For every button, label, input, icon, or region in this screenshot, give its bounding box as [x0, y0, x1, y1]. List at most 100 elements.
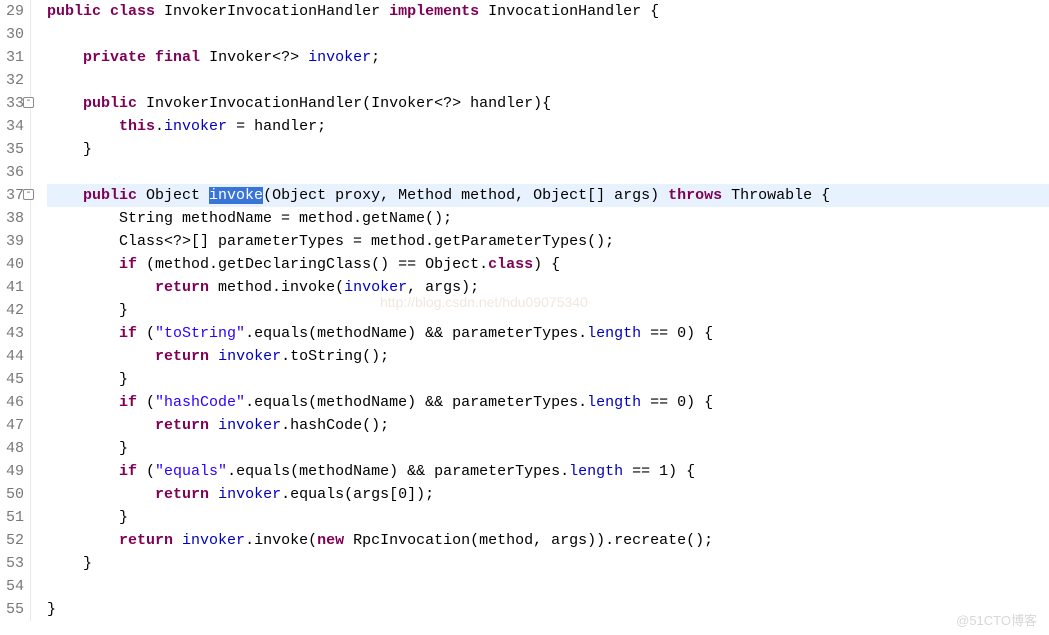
code-token — [209, 417, 218, 434]
code-token — [47, 348, 155, 365]
code-token: throws — [668, 187, 722, 204]
code-token — [47, 95, 83, 112]
code-line[interactable]: if ("toString".equals(methodName) && par… — [47, 322, 1049, 345]
code-line[interactable]: Class<?>[] parameterTypes = method.getPa… — [47, 230, 1049, 253]
code-line[interactable]: if ("equals".equals(methodName) && param… — [47, 460, 1049, 483]
code-line[interactable] — [47, 575, 1049, 598]
code-line[interactable]: } — [47, 437, 1049, 460]
code-line[interactable] — [47, 69, 1049, 92]
code-token: .toString(); — [281, 348, 389, 365]
line-number: 48 — [2, 437, 24, 460]
fold-toggle-icon[interactable]: - — [23, 189, 34, 200]
code-token — [47, 118, 119, 135]
line-number: 36 — [2, 161, 24, 184]
code-line[interactable]: public class InvokerInvocationHandler im… — [47, 0, 1049, 23]
code-line[interactable]: } — [47, 552, 1049, 575]
code-token: return — [155, 348, 209, 365]
code-line[interactable]: } — [47, 299, 1049, 322]
code-token: ( — [137, 394, 155, 411]
code-token: } — [47, 555, 92, 572]
code-token: "equals" — [155, 463, 227, 480]
code-token — [47, 49, 83, 66]
line-number: 44 — [2, 345, 24, 368]
code-token — [47, 532, 119, 549]
code-token — [47, 256, 119, 273]
code-token: public — [83, 187, 137, 204]
line-number: 43 — [2, 322, 24, 345]
code-line[interactable]: } — [47, 506, 1049, 529]
code-line[interactable]: if ("hashCode".equals(methodName) && par… — [47, 391, 1049, 414]
line-number: 38 — [2, 207, 24, 230]
line-number: 53 — [2, 552, 24, 575]
code-token — [209, 348, 218, 365]
code-line[interactable]: public InvokerInvocationHandler(Invoker<… — [47, 92, 1049, 115]
code-line[interactable]: if (method.getDeclaringClass() == Object… — [47, 253, 1049, 276]
line-number: 41 — [2, 276, 24, 299]
code-token: invoker — [344, 279, 407, 296]
code-token: ( — [137, 325, 155, 342]
code-line[interactable]: return invoker.hashCode(); — [47, 414, 1049, 437]
code-token: == 0) { — [641, 325, 713, 342]
code-token: Throwable { — [722, 187, 830, 204]
code-token — [101, 3, 110, 20]
code-token: final — [155, 49, 200, 66]
line-number: 54 — [2, 575, 24, 598]
code-token: implements — [389, 3, 479, 20]
line-number: 51 — [2, 506, 24, 529]
code-line[interactable]: return invoker.equals(args[0]); — [47, 483, 1049, 506]
line-number: 42 — [2, 299, 24, 322]
code-token: private — [83, 49, 146, 66]
code-token: if — [119, 256, 137, 273]
code-line[interactable]: this.invoker = handler; — [47, 115, 1049, 138]
code-token: = handler; — [227, 118, 326, 135]
code-token: ; — [371, 49, 380, 66]
code-token: new — [317, 532, 344, 549]
code-token: invoker — [218, 417, 281, 434]
code-token: if — [119, 325, 137, 342]
code-line[interactable]: } — [47, 138, 1049, 161]
code-token — [209, 486, 218, 503]
code-line[interactable]: } — [47, 598, 1049, 621]
code-token: if — [119, 394, 137, 411]
code-token: } — [47, 141, 92, 158]
code-token: length — [569, 463, 623, 480]
code-token: length — [587, 394, 641, 411]
code-line[interactable]: return invoker.invoke(new RpcInvocation(… — [47, 529, 1049, 552]
line-number: 40 — [2, 253, 24, 276]
code-area[interactable]: public class InvokerInvocationHandler im… — [31, 0, 1049, 621]
code-token: .equals(methodName) && parameterTypes. — [245, 325, 587, 342]
code-token — [47, 486, 155, 503]
code-token: return — [155, 486, 209, 503]
code-line[interactable]: } — [47, 368, 1049, 391]
line-number: 49 — [2, 460, 24, 483]
code-token: .equals(methodName) && parameterTypes. — [227, 463, 569, 480]
code-token: invoker — [308, 49, 371, 66]
line-number: 55 — [2, 598, 24, 621]
code-token: Object — [137, 187, 209, 204]
code-token: ) { — [533, 256, 560, 273]
code-token: return — [119, 532, 173, 549]
code-token: invoker — [218, 486, 281, 503]
fold-toggle-icon[interactable]: - — [23, 97, 34, 108]
code-line[interactable] — [47, 161, 1049, 184]
code-line[interactable]: private final Invoker<?> invoker; — [47, 46, 1049, 69]
line-number: 34 — [2, 115, 24, 138]
code-line[interactable]: String methodName = method.getName(); — [47, 207, 1049, 230]
code-token: invoker — [218, 348, 281, 365]
code-token: method.invoke( — [209, 279, 344, 296]
code-line[interactable] — [47, 23, 1049, 46]
code-line[interactable]: return method.invoke(invoker, args); — [47, 276, 1049, 299]
code-editor[interactable]: 2930313233-34353637-38394041424344454647… — [0, 0, 1049, 621]
code-token: return — [155, 417, 209, 434]
line-number: 33- — [2, 92, 24, 115]
code-token: class — [488, 256, 533, 273]
code-token: Class<?>[] parameterTypes = method.getPa… — [47, 233, 614, 250]
line-number: 39 — [2, 230, 24, 253]
code-line[interactable]: return invoker.toString(); — [47, 345, 1049, 368]
line-number: 30 — [2, 23, 24, 46]
code-token: length — [587, 325, 641, 342]
code-line[interactable]: public Object invoke(Object proxy, Metho… — [47, 184, 1049, 207]
code-token — [47, 279, 155, 296]
code-token: InvocationHandler { — [479, 3, 659, 20]
line-number: 32 — [2, 69, 24, 92]
